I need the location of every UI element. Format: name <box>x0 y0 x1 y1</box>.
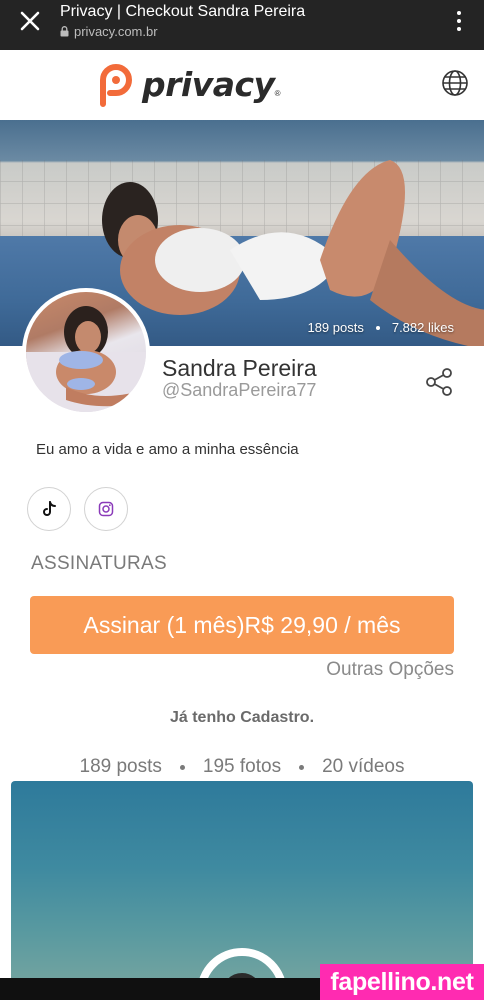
close-icon[interactable] <box>17 8 43 34</box>
avatar-image <box>26 292 146 412</box>
content-counts: 189 posts 195 fotos 20 vídeos <box>0 756 484 778</box>
profile-bio: Eu amo a vida e amo a minha essência <box>36 441 299 458</box>
cover-figure <box>102 160 484 346</box>
cover-likes-count: 7.882 likes <box>391 320 454 335</box>
logo-text: privacy <box>142 64 275 104</box>
avatar[interactable] <box>22 288 150 416</box>
privacy-logo-mark <box>100 64 132 107</box>
avatar-figure <box>26 306 146 412</box>
subscriptions-heading: ASSINATURAS <box>31 553 167 574</box>
separator-dot <box>179 764 185 770</box>
cover-stats: 189 posts 7.882 likes <box>307 320 454 335</box>
site-header: privacy ® <box>0 50 484 120</box>
tiktok-button[interactable] <box>27 487 71 531</box>
instagram-icon <box>98 501 114 517</box>
photos-count[interactable]: 195 fotos <box>203 756 281 778</box>
system-navigation-bar <box>0 978 320 1000</box>
instagram-button[interactable] <box>84 487 128 531</box>
browser-toolbar: Privacy | Checkout Sandra Pereira privac… <box>0 0 484 50</box>
browser-url[interactable]: privacy.com.br <box>60 24 158 39</box>
browser-page-title: Privacy | Checkout Sandra Pereira <box>60 3 306 20</box>
more-vert-icon[interactable] <box>454 8 464 34</box>
videos-count[interactable]: 20 vídeos <box>322 756 404 778</box>
share-icon[interactable] <box>425 367 455 397</box>
separator-dot <box>299 764 305 770</box>
privacy-logo[interactable]: privacy ® <box>95 60 280 108</box>
posts-count[interactable]: 189 posts <box>80 756 162 778</box>
subscribe-button[interactable]: Assinar (1 mês)R$ 29,90 / mês <box>30 596 454 654</box>
tiktok-icon <box>43 501 56 516</box>
profile-name: Sandra Pereira <box>162 355 317 381</box>
profile-handle: @SandraPereira77 <box>162 380 317 400</box>
cover-posts-count: 189 posts <box>307 320 364 335</box>
already-registered-link[interactable]: Já tenho Cadastro. <box>0 709 484 727</box>
lock-icon <box>60 26 69 37</box>
watermark: fapellino.net <box>320 964 484 1000</box>
other-options-link[interactable]: Outras Opções <box>326 659 454 681</box>
globe-icon[interactable] <box>441 69 469 97</box>
logo-registered-mark: ® <box>274 89 281 98</box>
browser-url-text: privacy.com.br <box>74 24 158 39</box>
separator-dot <box>375 325 380 330</box>
